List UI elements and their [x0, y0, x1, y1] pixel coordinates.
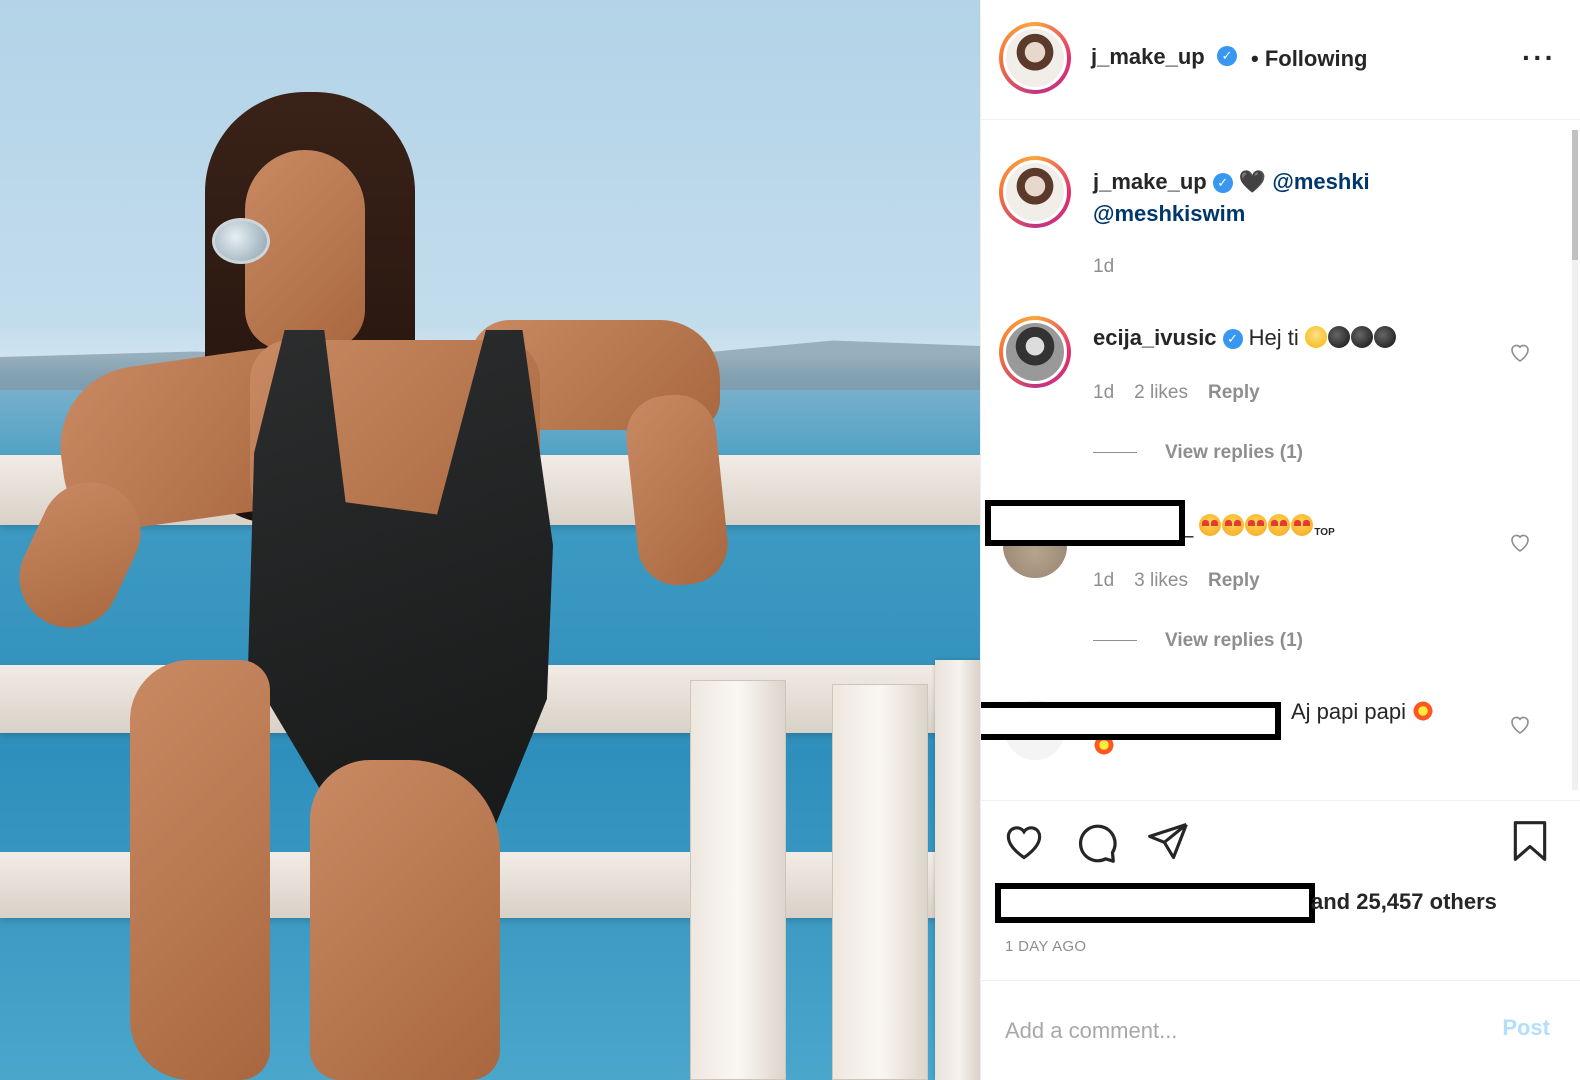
mention-link[interactable]: @meshki	[1272, 169, 1369, 194]
bomb-emoji-icon	[1373, 326, 1396, 348]
verified-badge-icon: ✓	[1217, 46, 1237, 66]
comment-text: Aj papi papi	[1291, 696, 1435, 728]
post-timestamp[interactable]: 1 DAY AGO	[1005, 938, 1086, 955]
caption-time[interactable]: 1d	[1093, 256, 1114, 277]
comment-body: Aj papi papi	[1291, 699, 1406, 724]
author-username[interactable]: j_make_up	[1091, 44, 1205, 70]
comment-like-heart-icon[interactable]	[1508, 712, 1532, 736]
comments-list: j_make_up ✓ 🖤 @meshki @meshkiswim 1d ecij…	[981, 120, 1580, 800]
view-replies-label: View replies (1)	[1165, 630, 1303, 651]
caption-text: j_make_up ✓ 🖤 @meshki @meshkiswim	[1093, 166, 1370, 230]
photo-post	[935, 660, 980, 1080]
comment-text: ecija_ivusic ✓ Hej ti	[1093, 322, 1397, 354]
heart-eyes-emoji-icon	[1268, 514, 1291, 536]
add-comment-input[interactable]	[1005, 1013, 1475, 1049]
share-icon[interactable]	[1145, 819, 1191, 863]
comment-time[interactable]: 1d	[1093, 570, 1114, 591]
likes-count[interactable]: and 25,457 others	[1311, 889, 1497, 915]
photo-plank	[832, 684, 928, 1080]
photo-right-forearm	[622, 390, 732, 590]
heart-eyes-emoji-icon	[1291, 514, 1314, 536]
more-options-icon[interactable]: ···	[1522, 42, 1556, 74]
mention-link[interactable]: @meshkiswim	[1093, 201, 1245, 226]
view-replies-label: View replies (1)	[1165, 442, 1303, 463]
photo-plank	[690, 680, 786, 1080]
view-replies-line	[1093, 640, 1137, 642]
comment-time[interactable]: 1d	[1093, 382, 1114, 403]
post-comment-button[interactable]: Post	[1502, 1015, 1550, 1041]
scream-emoji-icon	[1304, 326, 1327, 348]
redacted-username-box	[985, 500, 1185, 546]
bomb-emoji-icon	[1350, 326, 1373, 348]
caption-heart-emoji: 🖤	[1238, 169, 1267, 194]
verified-badge-icon: ✓	[1212, 173, 1233, 193]
view-replies-button[interactable]: View replies (1)	[1093, 630, 1303, 652]
heart-eyes-emoji-icon	[1199, 514, 1222, 536]
photo-sunglasses	[212, 212, 332, 268]
comment-like-heart-icon[interactable]	[1508, 340, 1532, 364]
post-header: j_make_up ✓ • Following ···	[981, 0, 1580, 120]
collision-emoji-icon	[1412, 700, 1435, 722]
add-comment-bar: Post	[981, 980, 1580, 1080]
comment-meta: 1d 3 likes Reply	[1093, 570, 1280, 592]
redacted-username-box	[981, 702, 1281, 740]
comment-like-heart-icon[interactable]	[1508, 530, 1532, 554]
comment-likes[interactable]: 3 likes	[1134, 570, 1188, 591]
reply-button[interactable]: Reply	[1208, 570, 1260, 591]
verified-badge-icon: ✓	[1222, 329, 1243, 349]
post-photo[interactable]	[0, 0, 980, 1080]
heart-eyes-emoji-icon	[1222, 514, 1245, 536]
caption-avatar[interactable]	[999, 156, 1071, 228]
post-actions: and 25,457 others 1 DAY AGO	[981, 800, 1580, 980]
bookmark-icon[interactable]	[1508, 817, 1552, 865]
heart-icon[interactable]	[1001, 819, 1047, 863]
comment-likes[interactable]: 2 likes	[1134, 382, 1188, 403]
view-replies-line	[1093, 452, 1137, 454]
comment-icon[interactable]	[1073, 819, 1119, 865]
photo-left-leg	[130, 660, 270, 1080]
reply-button[interactable]: Reply	[1208, 382, 1260, 403]
bomb-emoji-icon	[1327, 326, 1350, 348]
follow-status[interactable]: • Following	[1251, 46, 1367, 72]
caption-meta: 1d	[1093, 256, 1134, 278]
redacted-liker-box	[995, 883, 1315, 923]
post-sidebar: j_make_up ✓ • Following ··· j_make_up ✓ 🖤…	[980, 0, 1580, 1080]
comment-body: Hej ti	[1248, 325, 1299, 350]
top-emoji-tag: TOP	[1314, 527, 1335, 538]
commenter-avatar[interactable]	[999, 316, 1071, 388]
photo-right-leg	[310, 760, 500, 1080]
caption-username[interactable]: j_make_up	[1093, 169, 1207, 194]
comment-meta: 1d 2 likes Reply	[1093, 382, 1280, 404]
heart-eyes-emoji-icon	[1245, 514, 1268, 536]
comment-text: _ TOP	[1181, 510, 1335, 549]
commenter-username[interactable]: ecija_ivusic	[1093, 325, 1217, 350]
author-avatar[interactable]	[999, 22, 1071, 94]
view-replies-button[interactable]: View replies (1)	[1093, 442, 1303, 464]
